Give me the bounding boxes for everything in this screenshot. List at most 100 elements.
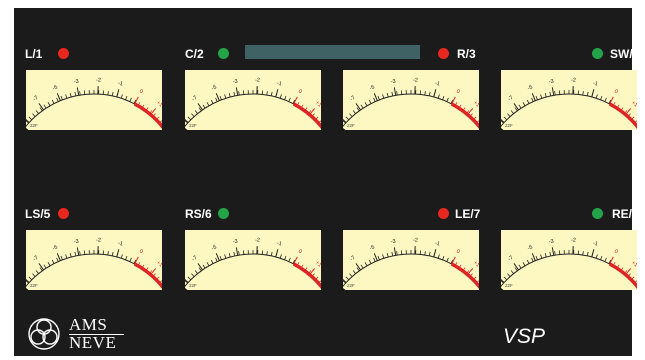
- vu-minor-tick: [202, 264, 206, 269]
- vu-tick-label: -2: [413, 77, 418, 83]
- vu-tick-label: +1: [314, 260, 321, 269]
- vu-meter-face: -20-10-7-5-3-2-10+1+2+322F: [26, 77, 162, 130]
- model-name: VSP: [503, 325, 546, 348]
- vu-minor-tick: [279, 254, 282, 259]
- vu-tick-label: -1: [592, 240, 598, 247]
- vu-minor-tick: [28, 116, 33, 121]
- vu-minor-tick: [382, 94, 385, 99]
- vu-tick-label: 0: [455, 89, 460, 96]
- vu-minor-tick: [228, 253, 231, 258]
- vu-minor-tick: [522, 102, 526, 106]
- vu-tick-label: -7: [32, 255, 39, 263]
- vu-minor-tick: [373, 97, 376, 102]
- vu-minor-tick: [518, 264, 522, 269]
- vu-tick-label: -2: [571, 77, 576, 83]
- vu-minor-tick: [60, 95, 63, 100]
- vu-meter-face: -20-10-7-5-3-2-10+1+2+322F: [185, 77, 321, 130]
- vu-tick-label: -3: [73, 239, 79, 246]
- vu-minor-tick: [107, 251, 109, 256]
- vu-minor-tick: [549, 91, 552, 97]
- vu-minor-tick: [65, 94, 68, 99]
- vu-minor-tick: [266, 251, 268, 256]
- vu-minor-tick: [279, 94, 282, 99]
- channel-status-led: [592, 48, 603, 59]
- channel-status-led: [592, 208, 603, 219]
- vu-minor-tick: [604, 257, 607, 262]
- channel-status-led: [58, 48, 69, 59]
- vu-minor-tick: [210, 99, 214, 104]
- vu-minor-tick: [60, 255, 63, 260]
- vu-minor-tick: [526, 99, 530, 104]
- vu-tick-label: 0: [297, 249, 302, 256]
- vu-tick-label: -7: [32, 95, 39, 103]
- vu-tick-label: -3: [232, 239, 238, 246]
- vu-minor-tick: [65, 254, 68, 259]
- vu-tick-label: -3: [73, 79, 79, 86]
- vu-tick-label: -2: [255, 77, 260, 83]
- vu-major-tick: [433, 89, 437, 98]
- vu-minor-tick: [582, 251, 584, 256]
- vu-minor-tick: [215, 257, 218, 262]
- vu-major-tick: [393, 247, 397, 256]
- vu-tick-label: -3: [232, 79, 238, 86]
- vu-minor-tick: [194, 270, 198, 274]
- channel-status-led: [58, 208, 69, 219]
- vu-minor-tick: [345, 116, 350, 121]
- vu-minor-tick: [233, 91, 236, 97]
- vu-minor-tick: [424, 91, 426, 96]
- vu-minor-tick: [228, 93, 231, 98]
- vu-minor-tick: [442, 255, 445, 260]
- vu-major-tick: [26, 119, 30, 123]
- vu-minor-tick: [549, 251, 552, 257]
- vu-minor-tick: [270, 251, 273, 257]
- vu-minor-tick: [386, 253, 389, 258]
- vu-meter-face: -20-10-7-5-3-2-10+1+2+322F: [501, 77, 637, 130]
- vu-major-tick: [26, 279, 30, 283]
- vu-minor-tick: [377, 95, 380, 100]
- vu-tick-label: -1: [117, 240, 123, 247]
- vu-minor-tick: [586, 91, 589, 97]
- vu-minor-tick: [284, 95, 287, 100]
- vu-major-tick: [185, 279, 189, 283]
- vu-minor-tick: [364, 262, 368, 266]
- vu-tick-label: +1: [472, 100, 479, 109]
- vu-minor-tick: [503, 276, 508, 281]
- channel-status-led: [218, 208, 229, 219]
- vu-tick-label: +1: [314, 100, 321, 109]
- vu-corner-label: 22F: [30, 283, 38, 288]
- vu-tick-label: 0: [613, 249, 618, 256]
- vu-minor-tick: [442, 95, 445, 100]
- vu-tick-label: -2: [96, 77, 101, 83]
- vu-tick-label: 0: [138, 249, 143, 256]
- vu-minor-tick: [187, 276, 192, 281]
- vu-tick-label: -3: [548, 79, 554, 86]
- vu-meter-face: -20-10-7-5-3-2-10+1+2+322F: [343, 237, 479, 290]
- vu-minor-tick: [74, 91, 77, 97]
- vu-minor-tick: [238, 251, 240, 256]
- vu-tick-label: -3: [390, 239, 396, 246]
- vu-tick-label: -5: [52, 244, 59, 251]
- vu-scale-arc: [26, 253, 135, 288]
- ams-neve-emblem-icon: [28, 318, 60, 350]
- vu-minor-tick: [428, 251, 431, 257]
- vu-minor-tick: [266, 91, 268, 96]
- vu-minor-tick: [69, 253, 72, 258]
- channel-status-led: [218, 48, 229, 59]
- vu-scale-arc: [185, 253, 294, 288]
- vu-tick-label: -1: [117, 80, 123, 87]
- vu-tick-label: -1: [276, 240, 282, 247]
- vu-tick-label: 0: [613, 89, 618, 96]
- vu-minor-tick: [360, 264, 364, 269]
- vu-meter: -20-10-7-5-3-2-10+1+2+322F: [501, 230, 637, 290]
- channel-label-le7: LE/7: [455, 207, 481, 221]
- vu-scale-arc: [343, 253, 452, 288]
- vu-minor-tick: [219, 255, 222, 260]
- vu-meter-face: -20-10-7-5-3-2-10+1+2+322F: [185, 237, 321, 290]
- vu-corner-label: 22F: [347, 283, 355, 288]
- vu-minor-tick: [437, 254, 440, 259]
- vu-minor-tick: [288, 257, 291, 262]
- vu-minor-tick: [191, 273, 195, 277]
- vu-tick-label: -7: [349, 255, 356, 263]
- vu-minor-tick: [219, 95, 222, 100]
- vu-minor-tick: [446, 257, 449, 262]
